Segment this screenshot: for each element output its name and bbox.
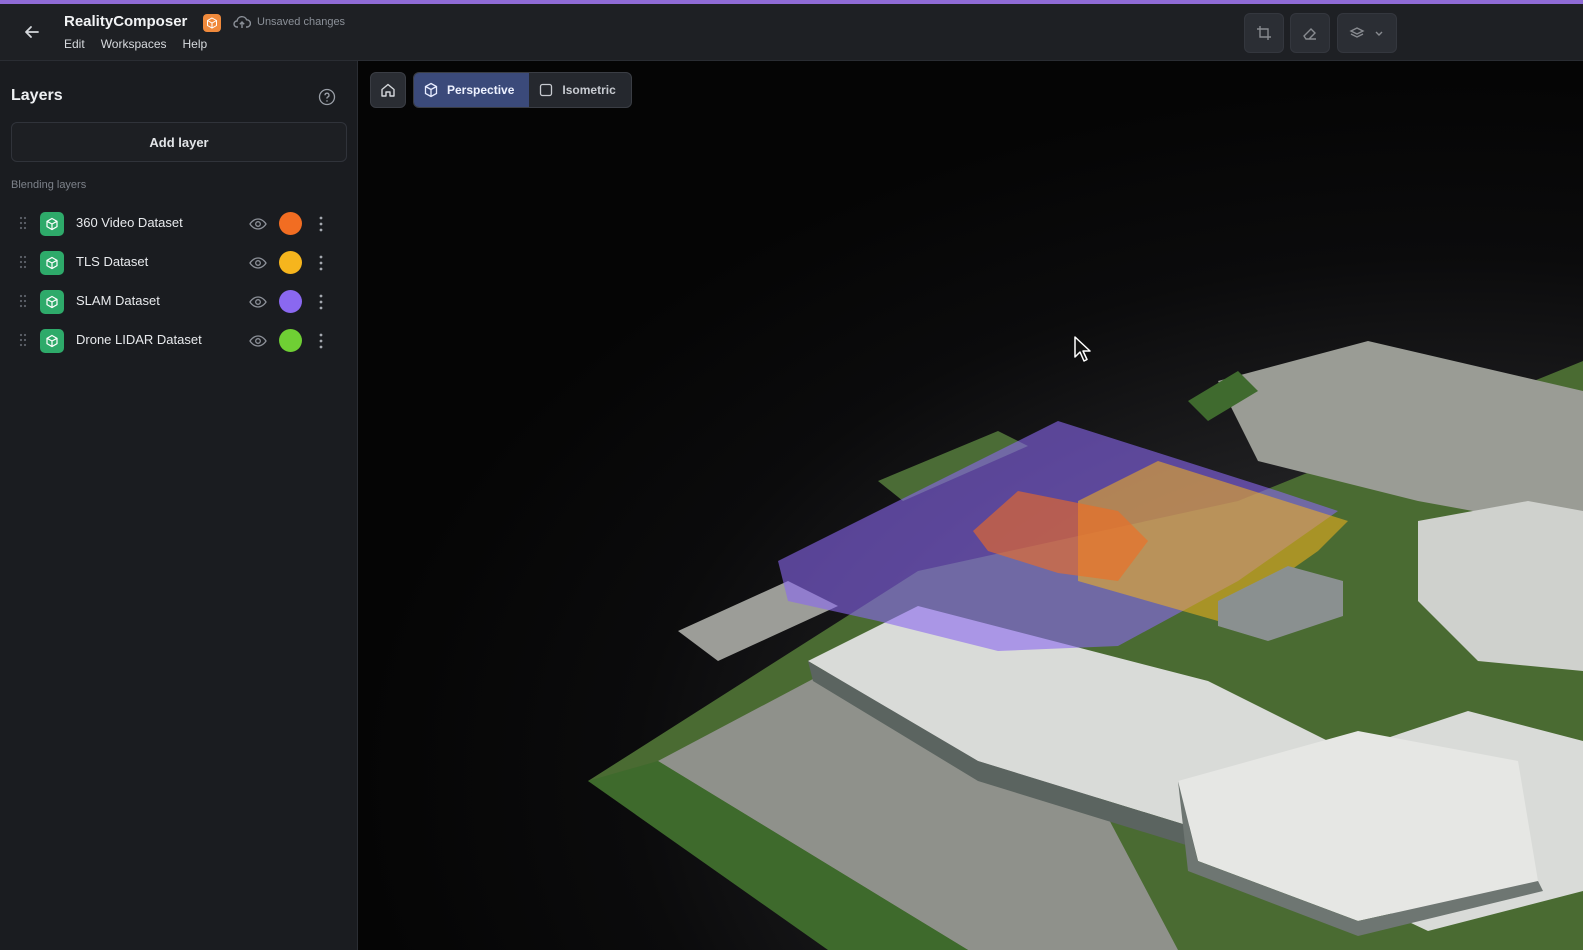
menu-help[interactable]: Help	[183, 37, 208, 51]
home-view-button[interactable]	[370, 72, 406, 108]
isometric-mode-button[interactable]: Isometric	[529, 73, 630, 107]
help-icon[interactable]	[318, 88, 336, 106]
dataset-icon	[40, 290, 64, 314]
layer-color-swatch[interactable]	[279, 290, 302, 313]
cube-icon	[207, 17, 217, 29]
arrow-left-icon	[25, 26, 39, 38]
layer-row[interactable]: Drone LIDAR Dataset	[11, 321, 345, 360]
more-options-icon[interactable]	[316, 332, 326, 350]
layer-color-swatch[interactable]	[279, 329, 302, 352]
more-options-icon[interactable]	[316, 254, 326, 272]
add-layer-button[interactable]: Add layer	[11, 122, 347, 162]
drag-handle-icon[interactable]	[18, 255, 28, 269]
dataset-icon	[40, 251, 64, 275]
visibility-eye-icon[interactable]	[249, 255, 267, 271]
chevron-down-icon	[1375, 31, 1383, 36]
app-badge	[203, 14, 221, 32]
sidebar-title: Layers	[11, 87, 63, 104]
visibility-eye-icon[interactable]	[249, 333, 267, 349]
menu-bar: Edit Workspaces Help	[64, 37, 207, 51]
layers-icon	[1349, 27, 1365, 38]
drag-handle-icon[interactable]	[18, 294, 28, 308]
visibility-eye-icon[interactable]	[249, 216, 267, 232]
more-options-icon[interactable]	[316, 215, 326, 233]
dataset-icon	[40, 329, 64, 353]
square-icon	[540, 83, 553, 97]
save-status: Unsaved changes	[233, 15, 345, 29]
layer-name: SLAM Dataset	[76, 293, 160, 308]
blending-layers-label: Blending layers	[11, 179, 87, 191]
layer-row[interactable]: TLS Dataset	[11, 243, 345, 282]
menu-edit[interactable]: Edit	[64, 37, 85, 51]
3d-viewport[interactable]: Perspective Isometric	[358, 61, 1583, 950]
drag-handle-icon[interactable]	[18, 333, 28, 347]
layer-name: Drone LIDAR Dataset	[76, 332, 202, 347]
layer-list: 360 Video Dataset TLS Dataset SLAM Datas…	[11, 204, 345, 360]
layer-row[interactable]: 360 Video Dataset	[11, 204, 345, 243]
eraser-icon	[1303, 28, 1316, 40]
view-mode-toggle: Perspective Isometric	[413, 72, 632, 108]
layer-name: 360 Video Dataset	[76, 215, 183, 230]
menu-workspaces[interactable]: Workspaces	[101, 37, 167, 51]
isometric-label: Isometric	[562, 83, 616, 97]
layers-sidebar: Layers Add layer Blending layers 360 Vid…	[0, 61, 358, 950]
drag-handle-icon[interactable]	[18, 216, 28, 230]
layer-row[interactable]: SLAM Dataset	[11, 282, 345, 321]
more-options-icon[interactable]	[316, 293, 326, 311]
home-icon	[381, 83, 395, 97]
mouse-cursor-icon	[1074, 336, 1091, 362]
layer-color-swatch[interactable]	[279, 251, 302, 274]
back-button[interactable]	[20, 20, 44, 44]
top-bar: RealityComposer Unsaved changes Edit Wor…	[0, 4, 1583, 61]
visibility-eye-icon[interactable]	[249, 294, 267, 310]
crop-icon	[1257, 26, 1271, 40]
layers-dropdown-button[interactable]	[1337, 13, 1397, 53]
point-cloud-scene[interactable]	[358, 61, 1583, 950]
cube-icon	[424, 82, 438, 98]
cloud-upload-icon	[233, 15, 251, 28]
crop-tool-button[interactable]	[1244, 13, 1284, 53]
save-status-text: Unsaved changes	[257, 16, 346, 28]
layer-name: TLS Dataset	[76, 254, 149, 269]
eraser-tool-button[interactable]	[1290, 13, 1330, 53]
layer-color-swatch[interactable]	[279, 212, 302, 235]
dataset-icon	[40, 212, 64, 236]
perspective-label: Perspective	[447, 83, 515, 97]
app-title: RealityComposer	[64, 13, 188, 30]
perspective-mode-button[interactable]: Perspective	[414, 73, 530, 107]
